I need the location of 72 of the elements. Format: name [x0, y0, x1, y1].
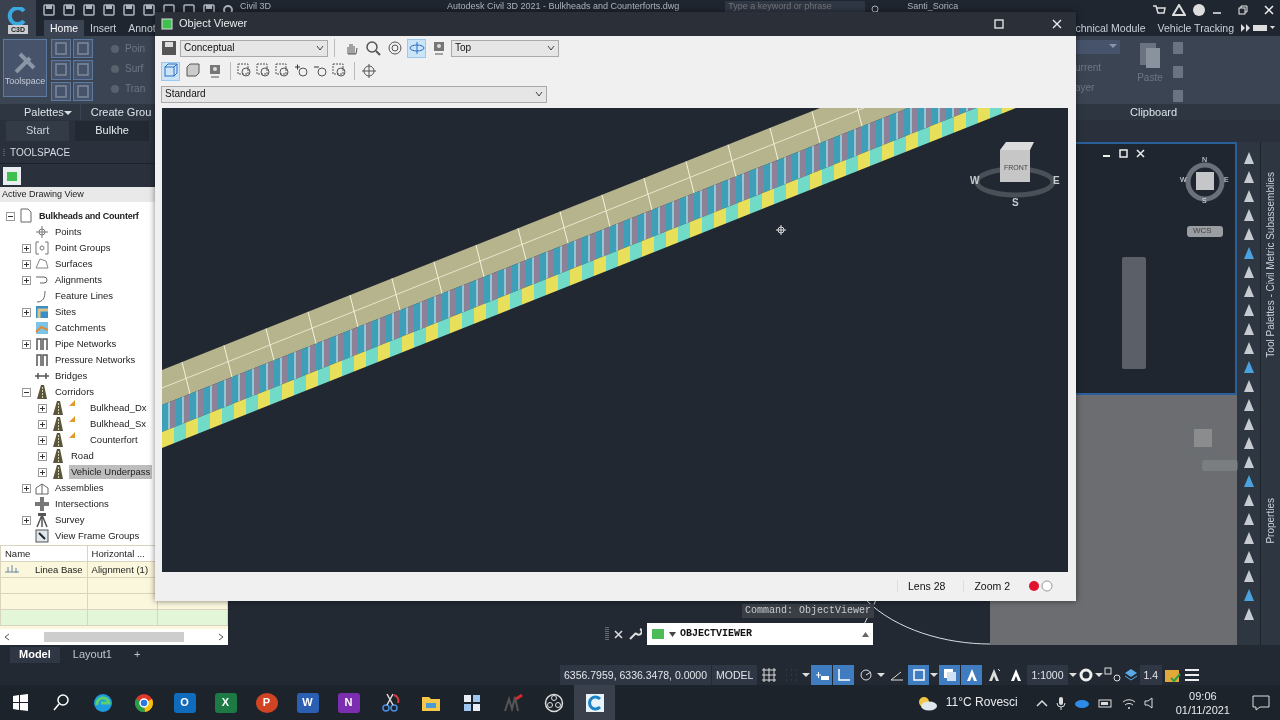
tree-item[interactable]: Surfaces — [53, 257, 95, 271]
taskbar-button[interactable]: W — [287, 685, 328, 720]
clock-date: 01/11/2021 — [1175, 702, 1230, 717]
tree-item[interactable]: Corridors — [53, 385, 97, 399]
clock-time: 09:06 — [1189, 688, 1217, 703]
tree-item[interactable]: Assemblies — [53, 481, 106, 495]
taskbar-button[interactable]: O — [164, 685, 205, 720]
tree-item[interactable]: Bulkheads and Counterf — [37, 209, 141, 223]
panel-label: Create Grou — [80, 104, 155, 120]
annotation-scale[interactable]: 1:1000 — [1027, 665, 1068, 685]
tree-item[interactable]: Alignments — [53, 273, 104, 287]
lineweight-value[interactable]: 1.4 — [1139, 665, 1163, 685]
document-title: Autodesk Civil 3D 2021 - Bulkheads and Counterforts.dwg — [447, 1, 680, 12]
file-tab[interactable]: Bulkhe — [75, 121, 149, 141]
palette-title: TOOLSPACE — [10, 146, 71, 159]
tree-item[interactable]: Catchments — [53, 321, 108, 335]
ribbon-tab[interactable]: Insert — [84, 20, 123, 36]
ribbon-tab[interactable]: Vehicle Tracking — [1151, 20, 1240, 36]
tree-item[interactable]: Points — [53, 225, 84, 239]
model-space-button[interactable]: MODEL — [712, 665, 758, 685]
letter-logo: W — [296, 692, 319, 713]
zoom-status: Zoom 2 — [963, 579, 1020, 593]
clock[interactable]: 09:06 01/11/2021 — [1175, 688, 1230, 717]
tree-item[interactable]: Pipe Networks — [53, 337, 119, 351]
palette-title[interactable]: Tool Palettes - Civil Metric Subassemblies — [1264, 172, 1277, 358]
tree-item[interactable]: Bridges — [53, 369, 90, 383]
letter-logo: O — [173, 692, 196, 713]
ribbon-tab[interactable]: Home — [44, 20, 84, 36]
column-header[interactable]: Name — [0, 545, 88, 562]
visual-style-dropdown[interactable]: Conceptual — [180, 39, 328, 57]
layout-tab[interactable]: Model — [10, 647, 60, 663]
window-title: Object Viewer — [179, 17, 249, 31]
tree-item[interactable]: Bulkhead_Sx — [88, 417, 148, 431]
letter-logo: P — [255, 692, 278, 713]
tree-item[interactable]: Feature Lines — [53, 289, 116, 303]
tree-item[interactable]: View Frame Groups — [53, 529, 142, 543]
view-dropdown[interactable]: Top — [451, 39, 559, 57]
layout-tab[interactable]: Layout1 — [63, 647, 121, 663]
coordinates[interactable]: 6356.7959, 6336.3478, 0.0000 — [560, 665, 712, 685]
tree-item[interactable]: Intersections — [53, 497, 111, 511]
palette-title[interactable]: Properties — [1264, 497, 1277, 544]
letter-logo: X — [214, 692, 237, 713]
tree-item[interactable]: Counterfort — [88, 433, 140, 447]
tree-item[interactable]: Vehicle Underpass — [69, 465, 153, 479]
taskbar-button[interactable]: P — [246, 685, 287, 720]
tree-item[interactable]: Bulkhead_Dx — [88, 401, 149, 415]
column-header[interactable]: Horizontal ... — [87, 545, 158, 562]
toolspace-button[interactable]: Toolspace — [3, 39, 47, 97]
tree-item[interactable]: Survey — [53, 513, 87, 527]
compass-letter: S — [1012, 197, 1019, 208]
command-history: Command: ObjectViewer — [742, 604, 875, 618]
display-style-dropdown[interactable]: Standard — [161, 85, 547, 103]
compass-letter: W — [970, 175, 980, 186]
user-name[interactable]: Santi_Sorica — [907, 1, 959, 12]
tree-item[interactable]: Pressure Networks — [53, 353, 138, 367]
table-cell: Linea Base — [35, 563, 83, 576]
panel-label[interactable]: Palettes — [0, 104, 81, 120]
tree-item[interactable]: Point Groups — [53, 241, 113, 255]
lens-status: Lens 28 — [897, 579, 956, 593]
tree-item[interactable]: Sites — [53, 305, 79, 319]
workspace-name: Civil 3D — [240, 1, 271, 12]
command-input[interactable]: OBJECTVIEWER — [647, 623, 873, 645]
letter-logo: N — [337, 692, 360, 713]
taskbar-button[interactable]: N — [328, 685, 369, 720]
ucs-menu[interactable]: WCS — [1187, 226, 1223, 237]
file-tab[interactable]: Start — [6, 121, 70, 141]
add-layout-button[interactable]: + — [124, 647, 150, 663]
table-cell: Alignment (1) — [91, 563, 149, 575]
tree-item[interactable]: Road — [69, 449, 96, 463]
taskbar-button[interactable]: X — [205, 685, 246, 720]
weather-text[interactable]: 11°C Rovesci — [945, 695, 1018, 710]
compass-letter: E — [1053, 175, 1060, 186]
